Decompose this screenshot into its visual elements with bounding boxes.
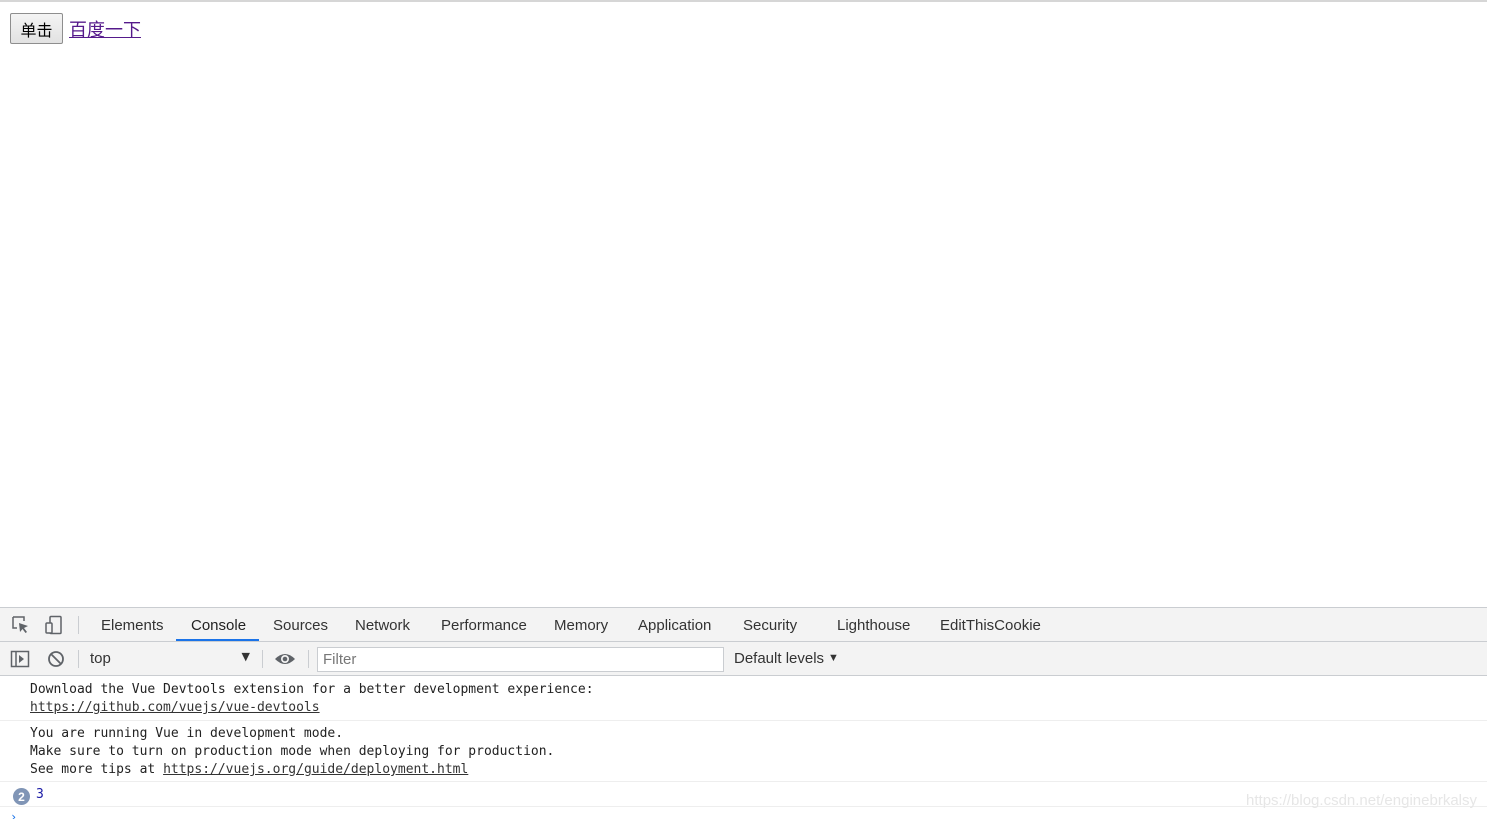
filter-input[interactable] — [317, 647, 724, 672]
context-selector[interactable]: top ▼ — [84, 646, 254, 672]
tab-security[interactable]: Security — [743, 608, 797, 642]
log-levels-dropdown[interactable]: Default levels ▼ — [734, 650, 839, 667]
tab-performance[interactable]: Performance — [441, 608, 527, 642]
toolbar-divider — [262, 650, 263, 668]
tab-memory[interactable]: Memory — [554, 608, 608, 642]
toolbar-divider — [308, 650, 309, 668]
message-text: Make sure to turn on production mode whe… — [30, 744, 555, 759]
sidebar-toggle-icon[interactable] — [9, 649, 31, 669]
watermark: https://blog.csdn.net/enginebrkalsy — [1246, 792, 1477, 809]
page-viewport: 单击 百度一下 — [0, 0, 1487, 607]
console-messages: Download the Vue Devtools extension for … — [0, 676, 1487, 819]
tab-editthiscookie[interactable]: EditThisCookie — [940, 608, 1041, 642]
tabbar-divider — [78, 616, 79, 634]
console-message: You are running Vue in development mode.… — [0, 721, 1487, 782]
console-prompt[interactable]: › — [10, 810, 17, 819]
dropdown-arrow-icon: ▼ — [241, 650, 250, 663]
clear-console-icon[interactable] — [45, 649, 67, 669]
tab-elements[interactable]: Elements — [101, 608, 164, 642]
context-label: top — [90, 650, 111, 667]
tab-application[interactable]: Application — [638, 608, 711, 642]
console-toolbar: top ▼ Default levels▼ — [0, 642, 1487, 676]
deployment-guide-link[interactable]: https://vuejs.org/guide/deployment.html — [163, 762, 468, 777]
tab-sources[interactable]: Sources — [273, 608, 328, 642]
log-levels-label: Default levels — [734, 650, 825, 667]
repeat-count-badge: 2 — [13, 788, 30, 805]
message-text: See more tips at — [30, 762, 164, 777]
tab-network[interactable]: Network — [355, 608, 410, 642]
active-tab-indicator — [176, 639, 259, 641]
eye-icon[interactable] — [274, 649, 296, 669]
dropdown-arrow-icon: ▼ — [828, 652, 839, 664]
logged-value: 3 — [36, 787, 44, 802]
inspect-element-icon[interactable] — [10, 615, 32, 635]
message-text: Download the Vue Devtools extension for … — [30, 682, 594, 697]
click-button[interactable]: 单击 — [10, 13, 63, 44]
vue-devtools-link[interactable]: https://github.com/vuejs/vue-devtools — [30, 700, 320, 715]
toolbar-divider — [78, 650, 79, 668]
console-message: Download the Vue Devtools extension for … — [0, 676, 1487, 721]
tab-console[interactable]: Console — [191, 608, 246, 642]
tab-lighthouse[interactable]: Lighthouse — [837, 608, 910, 642]
device-toolbar-icon[interactable] — [43, 615, 65, 635]
message-text: You are running Vue in development mode. — [30, 726, 344, 741]
baidu-link[interactable]: 百度一下 — [69, 16, 141, 42]
devtools-panel: Elements Console Sources Network Perform… — [0, 607, 1487, 819]
devtools-tabbar: Elements Console Sources Network Perform… — [0, 608, 1487, 642]
